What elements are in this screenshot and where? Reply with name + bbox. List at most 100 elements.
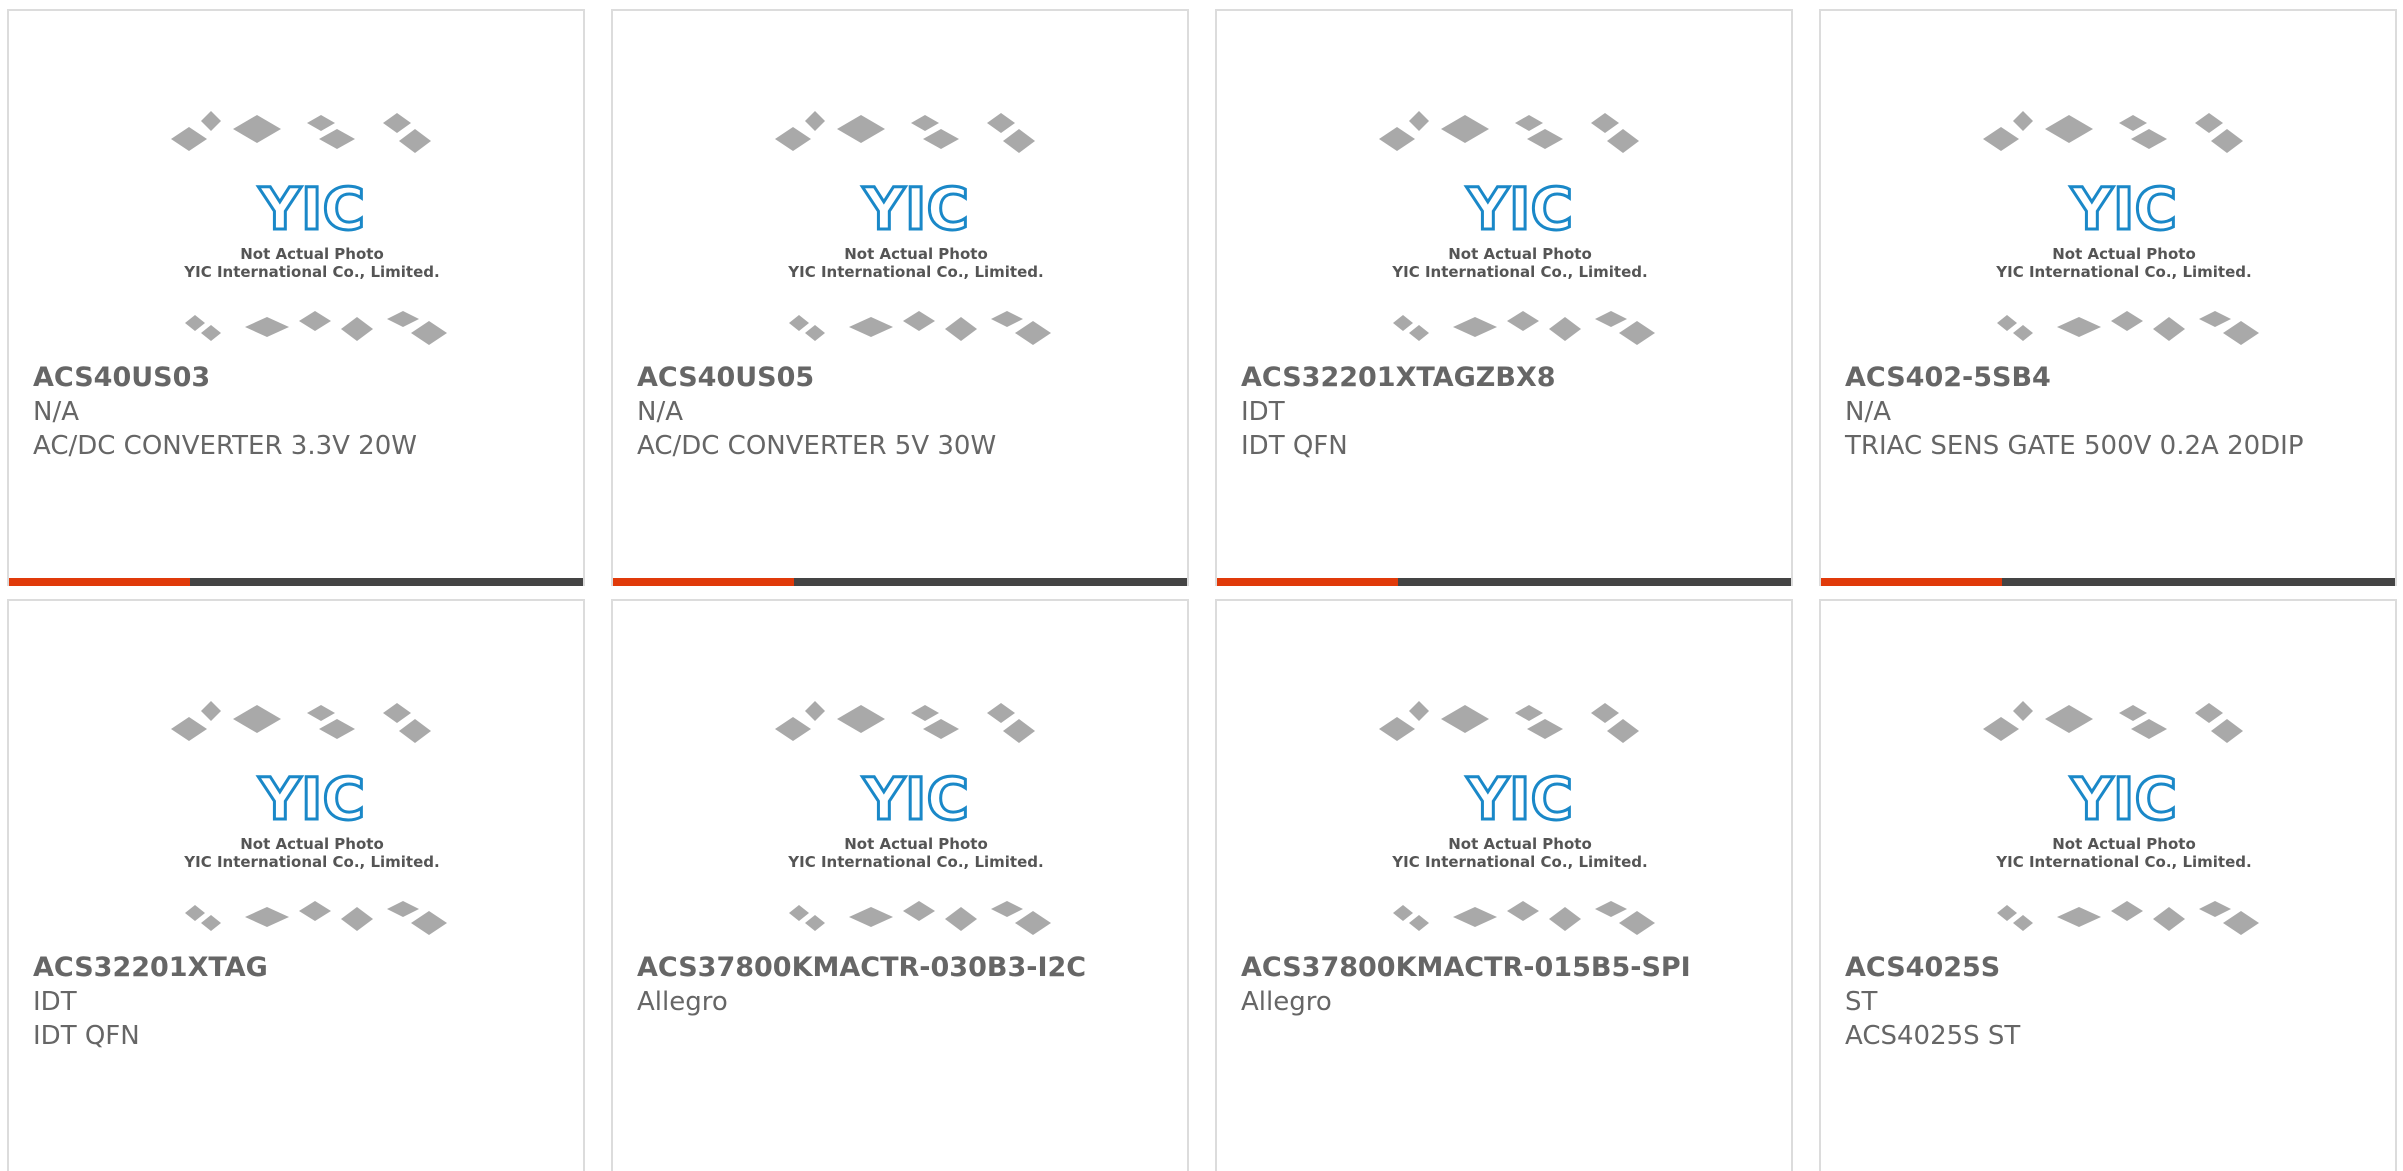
product-photo-placeholder: YIC Not Actual Photo YIC International Co.… [1375, 691, 1665, 943]
product-description: TRIAC SENS GATE 500V 0.2A 20DIP [1845, 431, 2304, 461]
card-accent-bar [1217, 578, 1398, 586]
product-description: AC/DC CONVERTER 5V 30W [637, 431, 997, 461]
chip-shape [319, 129, 355, 149]
chip-illustration: YIC [1983, 111, 2259, 345]
product-part-number[interactable]: ACS37800KMACTR-015B5-SPI [1241, 951, 1761, 985]
chip-shape [341, 907, 373, 931]
product-card[interactable]: YIC Not Actual Photo YIC International Co.… [7, 9, 585, 586]
chip-shape [923, 129, 959, 149]
chip-shape [837, 115, 885, 143]
chip-shape [991, 901, 1023, 917]
photo-caption-line2: YIC International Co., Limited. [788, 853, 1044, 871]
chip-shape [1595, 901, 1627, 917]
product-part-number[interactable]: ACS402-5SB4 [1845, 361, 2365, 395]
product-manufacturer: N/A [33, 397, 79, 427]
product-card[interactable]: YIC Not Actual Photo YIC International Co.… [611, 9, 1189, 586]
chip-shape [201, 325, 221, 341]
chip-shape [2013, 111, 2033, 131]
yic-logo: YIC [1466, 175, 1573, 243]
chip-shape [307, 115, 335, 131]
chip-shape [201, 111, 221, 131]
card-bottom-bar [613, 578, 1187, 586]
product-manufacturer: N/A [1845, 397, 1891, 427]
chip-illustration: YIC [171, 701, 447, 935]
product-card[interactable]: YIC Not Actual Photo YIC International Co.… [1215, 9, 1793, 586]
card-bottom-bar [1821, 578, 2395, 586]
chip-shape [2131, 719, 2167, 739]
product-part-number[interactable]: ACS4025S [1845, 951, 2365, 985]
card-accent-bar [613, 578, 794, 586]
chip-shape [411, 911, 447, 935]
chip-shape [945, 317, 977, 341]
chip-shape [2057, 907, 2101, 927]
product-card[interactable]: YIC Not Actual Photo YIC International Co.… [611, 599, 1189, 1171]
chip-shape [1393, 315, 1413, 331]
chip-shape [233, 115, 281, 143]
chip-shape [2045, 115, 2093, 143]
chip-illustration: YIC [171, 111, 447, 345]
chip-shape [341, 317, 373, 341]
product-card[interactable]: YIC Not Actual Photo YIC International Co.… [1819, 599, 2397, 1171]
chip-shape [2211, 719, 2243, 743]
product-part-number[interactable]: ACS32201XTAG [33, 951, 553, 985]
chip-shape [387, 311, 419, 327]
chip-shape [2119, 115, 2147, 131]
chip-shape [2153, 317, 2185, 341]
chip-shape [2211, 129, 2243, 153]
chip-shape [1607, 129, 1639, 153]
product-part-number[interactable]: ACS40US05 [637, 361, 1157, 395]
chip-shape [1591, 703, 1619, 723]
chip-illustration: YIC [1379, 701, 1655, 935]
product-part-number[interactable]: ACS40US03 [33, 361, 553, 395]
photo-caption-line2: YIC International Co., Limited. [1996, 263, 2252, 281]
chip-shape [201, 701, 221, 721]
product-photo-placeholder: YIC Not Actual Photo YIC International Co.… [771, 101, 1061, 353]
chip-shape [805, 701, 825, 721]
chip-shape [1997, 905, 2017, 921]
chip-shape [1379, 127, 1415, 151]
chip-shape [2153, 907, 2185, 931]
product-photo-placeholder: YIC Not Actual Photo YIC International Co.… [1375, 101, 1665, 353]
chip-shape [1527, 129, 1563, 149]
yic-logo: YIC [258, 765, 365, 833]
chip-illustration: YIC [775, 111, 1051, 345]
chip-shape [1003, 129, 1035, 153]
chip-shape [1607, 719, 1639, 743]
product-part-number[interactable]: ACS32201XTAGZBX8 [1241, 361, 1761, 395]
product-part-number[interactable]: ACS37800KMACTR-030B3-I2C [637, 951, 1157, 985]
product-manufacturer: Allegro [1241, 987, 1332, 1017]
card-accent-bar [1821, 578, 2002, 586]
product-manufacturer: N/A [637, 397, 683, 427]
chip-shape [805, 325, 825, 341]
product-description: AC/DC CONVERTER 3.3V 20W [33, 431, 417, 461]
chip-shape [837, 705, 885, 733]
chip-shape [2223, 321, 2259, 345]
chip-shape [411, 321, 447, 345]
yic-logo: YIC [258, 175, 365, 243]
photo-caption-line2: YIC International Co., Limited. [788, 263, 1044, 281]
product-card[interactable]: YIC Not Actual Photo YIC International Co.… [7, 599, 585, 1171]
product-card[interactable]: YIC Not Actual Photo YIC International Co.… [1215, 599, 1793, 1171]
photo-caption-line2: YIC International Co., Limited. [1996, 853, 2252, 871]
chip-shape [399, 719, 431, 743]
chip-shape [1515, 115, 1543, 131]
chip-shape [1619, 321, 1655, 345]
chip-shape [2119, 705, 2147, 721]
photo-caption-line1: Not Actual Photo [2052, 835, 2196, 853]
chip-shape [987, 703, 1015, 723]
chip-shape [1441, 705, 1489, 733]
photo-caption-line1: Not Actual Photo [2052, 245, 2196, 263]
chip-shape [903, 311, 935, 331]
product-description: ACS4025S ST [1845, 1021, 2021, 1051]
photo-caption-line1: Not Actual Photo [844, 245, 988, 263]
product-photo-placeholder: YIC Not Actual Photo YIC International Co.… [167, 101, 457, 353]
photo-caption-line2: YIC International Co., Limited. [1392, 853, 1648, 871]
chip-shape [775, 717, 811, 741]
chip-shape [2057, 317, 2101, 337]
chip-shape [1453, 317, 1497, 337]
product-description: IDT QFN [33, 1021, 140, 1051]
yic-logo: YIC [1466, 765, 1573, 833]
chip-shape [201, 915, 221, 931]
chip-shape [185, 315, 205, 331]
product-card[interactable]: YIC Not Actual Photo YIC International Co.… [1819, 9, 2397, 586]
